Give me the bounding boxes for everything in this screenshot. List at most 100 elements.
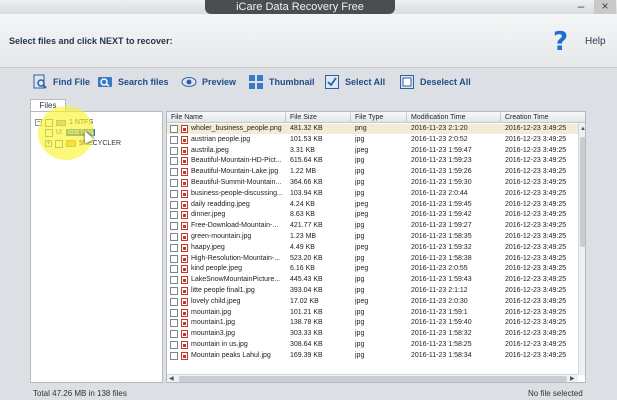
table-row[interactable]: Beautiful-Mountain-HD-Pict... 615.64 KB jp… xyxy=(167,156,579,166)
table-row[interactable]: lovely child.jpeg 17.02 KB jpeg 2016-11-23 … xyxy=(167,297,579,307)
horizontal-scroll-thumb[interactable] xyxy=(179,376,567,382)
table-row[interactable]: Free-Download-Mountain-... 421.77 KB jpg 20… xyxy=(167,221,579,231)
tree-root-label[interactable]: 1 NTFS xyxy=(69,119,93,126)
collapse-icon[interactable]: − xyxy=(35,119,42,126)
cell-creation-time: 2016-12-23 3:49:25 xyxy=(505,189,567,197)
table-row[interactable]: kind people.jpeg 6.16 KB jpeg 2016-11-23 2:… xyxy=(167,264,579,274)
column-file-size[interactable]: File Size xyxy=(286,112,351,123)
row-checkbox[interactable] xyxy=(170,222,178,231)
row-checkbox[interactable] xyxy=(170,351,178,360)
table-row[interactable]: LakeSnowMountainPicture... 445.43 KB jpg 20… xyxy=(167,275,579,285)
cell-creation-time: 2016-12-23 3:49:25 xyxy=(505,135,567,143)
table-row[interactable]: austrian people.jpg 101.53 KB jpg 2016-11-2… xyxy=(167,135,579,145)
file-table: File Name File Size File Type Modificati… xyxy=(166,111,586,383)
column-file-name[interactable]: File Name xyxy=(167,112,286,123)
tab-files[interactable]: Files xyxy=(30,99,66,111)
preview-label[interactable]: Preview xyxy=(202,77,236,87)
cell-file-type: png xyxy=(355,125,367,132)
find-file-button[interactable]: Find File xyxy=(32,72,90,92)
expand-icon[interactable]: + xyxy=(45,140,52,147)
row-checkbox[interactable] xyxy=(170,135,178,144)
column-modification-time[interactable]: Modification Time xyxy=(407,112,501,123)
search-files-label[interactable]: Search files xyxy=(118,77,169,87)
cell-file-size: 169.39 KB xyxy=(290,351,323,359)
cell-file-name: LakeSnowMountainPicture... xyxy=(191,276,281,284)
table-row[interactable]: austrila.jpeg 3.31 KB jpeg 2016-11-23 1:59:… xyxy=(167,146,579,156)
row-checkbox[interactable] xyxy=(170,157,178,166)
cell-file-size: 303.33 KB xyxy=(290,330,323,338)
row-checkbox[interactable] xyxy=(170,265,178,274)
search-files-button[interactable]: Search files xyxy=(97,72,169,92)
tree-recycler-checkbox[interactable] xyxy=(55,139,63,148)
row-checkbox[interactable] xyxy=(170,330,178,339)
table-row[interactable]: High-Resolution-Mountain-... 523.20 KB jpg… xyxy=(167,254,579,264)
column-creation-time[interactable]: Creation Time xyxy=(501,112,585,123)
select-all-label[interactable]: Select All xyxy=(345,77,385,87)
cell-file-size: 17.02 KB xyxy=(290,297,319,305)
table-row[interactable]: mountain in us.jpg 308.64 KB jpg 2016-11-23… xyxy=(167,340,579,350)
row-checkbox[interactable] xyxy=(170,125,178,133)
row-checkbox[interactable] xyxy=(170,146,178,155)
thumbnail-label[interactable]: Thumbnail xyxy=(269,77,315,87)
row-checkbox[interactable] xyxy=(170,168,178,177)
image-file-icon xyxy=(181,189,188,198)
horizontal-scrollbar[interactable]: ◀ ▶ xyxy=(167,374,578,382)
table-row[interactable]: mountain.jpg 101.21 KB jpg 2016-11-23 1:59:… xyxy=(167,308,579,318)
table-row[interactable]: Beautiful-Mountain-Lake.jpg 1.22 MB jpg 201… xyxy=(167,167,579,177)
vertical-scrollbar[interactable]: ▲ xyxy=(578,123,585,375)
row-checkbox[interactable] xyxy=(170,297,178,306)
table-row[interactable]: daily readding.jpeg 4.24 KB jpeg 2016-11-23… xyxy=(167,200,579,210)
help-label[interactable]: Help xyxy=(585,36,606,47)
deselect-all-button[interactable]: Deselect All xyxy=(399,72,471,92)
row-checkbox[interactable] xyxy=(170,211,178,220)
minimize-button[interactable]: – xyxy=(570,0,592,14)
select-all-button[interactable]: Select All xyxy=(324,72,385,92)
table-row[interactable]: mountain3.jpg 303.33 KB jpg 2016-11-23 1:58… xyxy=(167,329,579,339)
thumbnail-button[interactable]: Thumbnail xyxy=(248,72,315,92)
row-checkbox[interactable] xyxy=(170,287,178,295)
row-checkbox[interactable] xyxy=(170,308,178,317)
cell-file-size: 4.49 KB xyxy=(290,243,315,251)
table-row[interactable]: haapy.jpeg 4.49 KB jpeg 2016-11-23 1:59:32 2… xyxy=(167,243,579,253)
row-checkbox[interactable] xyxy=(170,319,178,328)
scroll-up-icon[interactable]: ▲ xyxy=(580,125,585,133)
row-checkbox[interactable] xyxy=(170,179,178,187)
tree-lost-files-checkbox[interactable] xyxy=(45,128,53,137)
vertical-scroll-thumb[interactable] xyxy=(580,137,585,247)
row-checkbox[interactable] xyxy=(170,189,178,198)
table-row[interactable]: Beautiful-Summit-Mountain... 364.66 KB jpg… xyxy=(167,178,579,188)
close-button[interactable]: × xyxy=(594,0,616,14)
table-row[interactable]: wholer_business_people.png 481.32 KB png 20… xyxy=(167,124,579,134)
table-row[interactable]: dinner.jpeg 8.63 KB jpeg 2016-11-23 1:59:42… xyxy=(167,210,579,220)
table-row[interactable]: litte people final1.jpg 393.04 KB jpg 2016-… xyxy=(167,286,579,296)
row-checkbox[interactable] xyxy=(170,276,178,285)
cell-file-type: jpeg xyxy=(355,243,369,251)
cell-file-type: jpeg xyxy=(355,211,369,219)
cell-file-size: 308.64 KB xyxy=(290,341,323,348)
deselect-all-label[interactable]: Deselect All xyxy=(420,77,471,87)
image-file-icon xyxy=(181,168,188,177)
find-file-label[interactable]: Find File xyxy=(53,77,90,87)
cell-file-size: 138.78 KB xyxy=(290,319,323,327)
tree-root-checkbox[interactable] xyxy=(45,118,53,127)
row-checkbox[interactable] xyxy=(170,233,178,241)
cell-file-size: 1.23 MB xyxy=(290,233,317,240)
scroll-left-icon[interactable]: ◀ xyxy=(169,375,174,382)
row-checkbox[interactable] xyxy=(170,341,178,349)
table-row[interactable]: Mountain peaks Lahul.jpg 169.39 KB jpg 2016… xyxy=(167,351,579,361)
cell-file-type: jpg xyxy=(355,351,365,359)
row-checkbox[interactable] xyxy=(170,243,178,252)
column-file-type[interactable]: File Type xyxy=(351,112,407,123)
image-file-icon xyxy=(181,351,188,360)
help-icon[interactable]: ? xyxy=(553,28,568,56)
cell-file-type: jpeg xyxy=(355,200,369,208)
cell-modification-time: 2016-11-23 1:58:25 xyxy=(411,341,472,348)
table-row[interactable]: business-people-discussing... 103.94 KB jp… xyxy=(167,189,579,199)
row-checkbox[interactable] xyxy=(170,200,178,209)
scroll-right-icon[interactable]: ▶ xyxy=(570,375,575,382)
preview-button[interactable]: Preview xyxy=(181,72,236,92)
table-row[interactable]: green-mountain.jpg 1.23 MB jpg 2016-11-23 1… xyxy=(167,232,579,242)
row-checkbox[interactable] xyxy=(170,254,178,263)
table-row[interactable]: mountain1.jpg 138.78 KB jpg 2016-11-23 1:59… xyxy=(167,318,579,328)
image-file-icon xyxy=(181,125,188,133)
